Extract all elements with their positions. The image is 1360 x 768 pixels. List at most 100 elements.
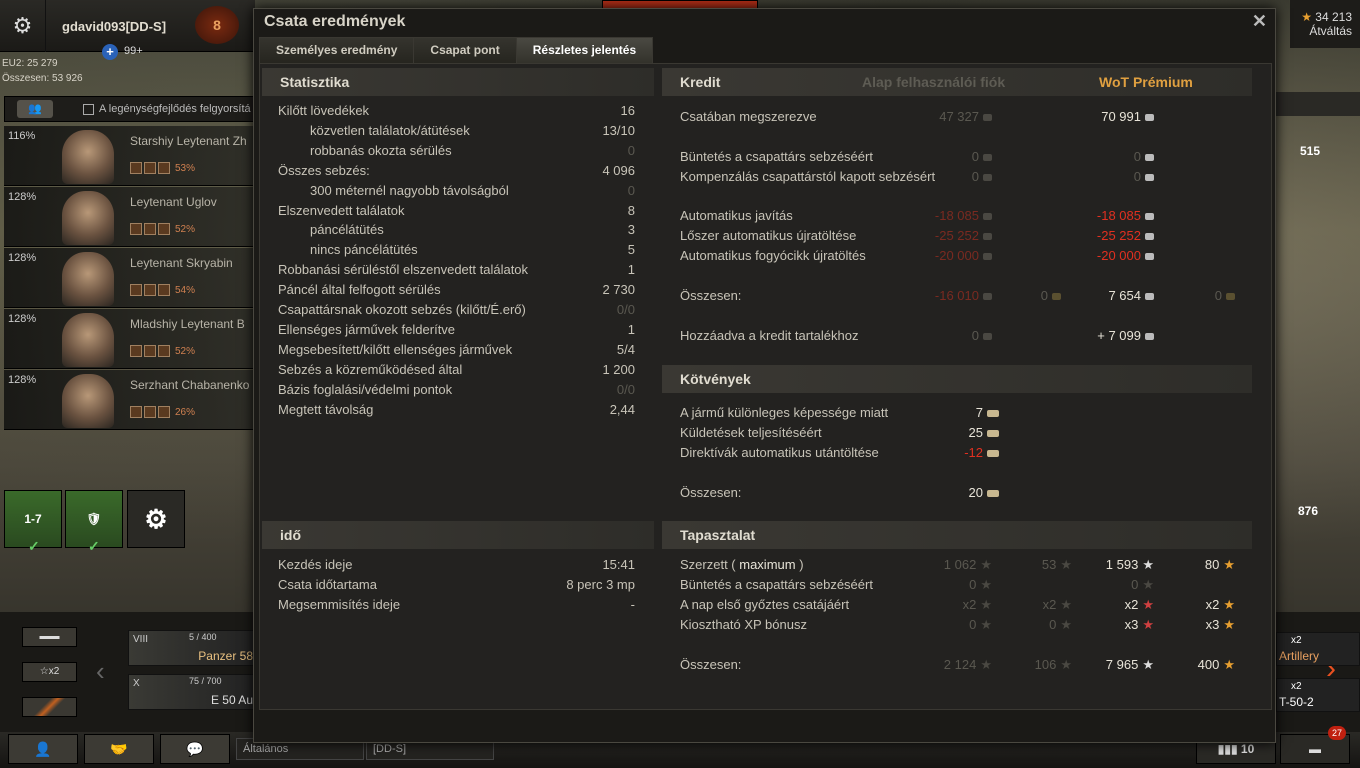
credit-icon [983,154,992,162]
stat-value: 0/0 [616,302,635,317]
stat-label: Páncél által felfogott sérülés [278,282,441,298]
crew-portrait [62,252,114,306]
crew-member-card[interactable]: 116% Starshiy Leytenant Zh 53% [4,126,255,186]
detailed-report: Statisztika Kilőtt lövedékek 16 közvetlen … [259,63,1272,710]
credit-icon [983,213,992,221]
credit-premium-amount: -25 252 [1096,228,1141,243]
credit-icon [1145,333,1154,341]
settings-gear-icon[interactable]: ⚙ [0,0,46,52]
gold-amount: 34 213 [1315,10,1352,24]
xp-value: 2 124 ★ [944,657,992,673]
carousel-tank-card[interactable]: VIII 5 / 400 Panzer 58 [128,630,256,666]
tab-team[interactable]: Csapat pont [413,37,517,63]
bond-amount: 7 [975,405,983,420]
credit-premium-amount: 0 [1133,169,1141,184]
filter-tank-icon[interactable]: ▬▬ [22,627,77,647]
tab-personal[interactable]: Személyes eredmény [259,37,415,63]
credit-icon [1145,174,1154,182]
exchange-link[interactable]: Átváltás [1290,24,1352,38]
stat-label: robbanás okozta sérülés [310,142,452,158]
bond-value: -12 [964,445,999,460]
tank-name: E 50 Au [210,693,253,707]
crew-member-card[interactable]: 128% Leytenant Skryabin 54% [4,248,255,308]
accelerate-crew-label: A legénységfejlődés felgyorsítá [99,103,251,115]
crew-member-card[interactable]: 128% Mladshiy Leytenant B 52% [4,309,255,369]
carousel-tank-card[interactable]: x2 Artillery [1276,632,1360,666]
crew-member-card[interactable]: 128% Serzhant Chabanenko 26% [4,370,255,430]
check-icon: ✓ [88,538,100,554]
xp-star-icon: ★ [1142,597,1154,612]
carousel-tank-card[interactable]: X 75 / 700 E 50 Au [128,674,256,710]
crew-icon[interactable]: 👥 [17,100,53,118]
xp-amount: x3 [1124,617,1139,632]
user-icon[interactable]: 👤 [8,734,78,764]
credit-premium-amount: + 7 099 [1097,328,1141,343]
credit-premium-value: 7 654 [1108,288,1154,303]
xp-star-icon: ★ [980,577,992,592]
gold-panel[interactable]: ★ 34 213 Átváltás [1290,0,1360,48]
crew-gear-icon[interactable]: ⚙ [127,490,185,548]
gold-premium-value: 0 [1215,288,1235,303]
credit-label: Automatikus javítás [680,208,793,223]
skill-icon [158,162,170,174]
crew-name: Leytenant Uglov [130,195,217,209]
bond-value: 7 [976,405,999,420]
bond-total-label: Összesen: [680,485,742,500]
window-title: Csata eredmények [264,13,406,30]
credit-icon [983,293,992,301]
crew-name: Serzhant Chabanenko [130,378,250,392]
tank-name: Panzer 58 [198,649,253,663]
credit-basic-amount: -18 085 [934,208,979,223]
stat-label: Megtett távolság [278,401,374,417]
skill-icon [130,223,142,235]
xp-value: 0 ★ [969,577,992,593]
crew-efficiency: 128% [8,191,37,203]
crew-portrait [62,313,114,367]
time-value: 15:41 [602,557,635,572]
xp-label: A nap első győztes csatájáért [680,597,850,612]
xp-star-icon: ★ [1142,577,1154,592]
credit-basic-value: -25 252 [935,228,992,243]
stats-heading: Statisztika [262,68,654,96]
xp-value: x2 ★ [1043,597,1072,613]
xp-label: Kiosztható XP bónusz [680,617,807,632]
filter-stripes-icon[interactable] [22,697,77,717]
stat-value: 4 096 [602,162,635,178]
xp-star-icon: ★ [1060,657,1072,672]
total-online: Összesen: 53 926 [2,73,83,84]
carousel-tank-card[interactable]: x2 T-50-2 [1276,678,1360,712]
stat-label: Elszenvedett találatok [278,202,405,218]
xp-value: 53 ★ [1042,557,1072,573]
skill-icon [144,162,156,174]
xp-amount: 0 [969,577,977,592]
xp-value: 80 ★ [1205,557,1235,573]
xp-maximum-link[interactable]: maximum [739,557,795,572]
stat-value: 5/4 [616,341,635,357]
skill-progress: 26% [175,406,196,418]
stat-label: Sebzés a közreműködésed által [278,361,463,377]
tab-detailed[interactable]: Részletes jelentés [515,37,654,63]
xp-star-icon: ★ [1223,617,1235,632]
handshake-icon[interactable]: 🤝 [84,734,154,764]
crew-member-card[interactable]: 128% Leytenant Uglov 52% [4,187,255,247]
xp-label: Összesen: [680,657,742,672]
xp-amount: 0 [1049,617,1057,632]
credit-icon [1145,154,1154,162]
close-icon[interactable]: ✕ [1252,11,1267,32]
stat-value: 13/10 [602,122,635,138]
right-number-1: 515 [1300,144,1321,158]
chat-icon[interactable]: 💬 [160,734,230,764]
right-panel-tab[interactable] [1276,92,1360,116]
time-label: Kezdés ideje [278,557,353,572]
stat-value: 0 [627,182,635,198]
bond-label: A jármű különleges képessége miatt [680,405,889,420]
stat-label: Ellenséges járművek felderítve [278,321,456,337]
carousel-left-arrow-icon[interactable]: ‹ [96,656,105,687]
credit-premium-value: -18 085 [1097,208,1154,223]
tank-xp: 5 / 400 [189,632,217,642]
plus-icon[interactable]: + [102,44,118,60]
credit-label: Lőszer automatikus újratöltése [680,228,857,243]
gold-icon [1226,293,1235,301]
filter-x2-button[interactable]: ☆x2 [22,662,77,682]
accelerate-crew-checkbox[interactable] [83,104,94,115]
